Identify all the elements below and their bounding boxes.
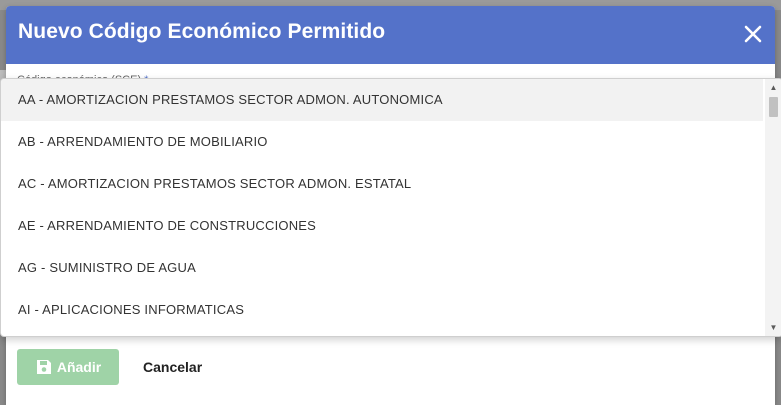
scroll-down-icon[interactable]: ▼ — [769, 323, 778, 332]
add-button[interactable]: Añadir — [17, 349, 119, 385]
save-icon — [36, 360, 51, 374]
dropdown-option[interactable]: AC - AMORTIZACION PRESTAMOS SECTOR ADMON… — [1, 163, 763, 205]
dialog-title: Nuevo Código Económico Permitido — [18, 20, 386, 43]
dropdown-option[interactable]: AG - SUMINISTRO DE AGUA — [1, 247, 763, 289]
dropdown-options: AA - AMORTIZACION PRESTAMOS SECTOR ADMON… — [1, 79, 763, 336]
close-icon — [744, 25, 762, 43]
dropdown-option[interactable]: AE - ARRENDAMIENTO DE CONSTRUCCIONES — [1, 205, 763, 247]
dropdown-scrollbar[interactable]: ▲ ▼ — [765, 79, 781, 336]
close-button[interactable] — [741, 22, 765, 46]
scrollbar-thumb[interactable] — [769, 97, 778, 117]
add-button-label: Añadir — [56, 359, 102, 375]
cancel-button[interactable]: Cancelar — [143, 349, 202, 385]
economic-code-dropdown[interactable]: AA - AMORTIZACION PRESTAMOS SECTOR ADMON… — [0, 78, 781, 337]
dialog-footer: Añadir Cancelar — [6, 346, 775, 405]
scroll-up-icon[interactable]: ▲ — [769, 83, 778, 92]
dropdown-option[interactable]: AA - AMORTIZACION PRESTAMOS SECTOR ADMON… — [1, 79, 763, 121]
dialog-header: Nuevo Código Económico Permitido — [6, 6, 775, 64]
dropdown-option[interactable]: AB - ARRENDAMIENTO DE MOBILIARIO — [1, 121, 763, 163]
dropdown-option[interactable]: AI - APLICACIONES INFORMATICAS — [1, 289, 763, 331]
